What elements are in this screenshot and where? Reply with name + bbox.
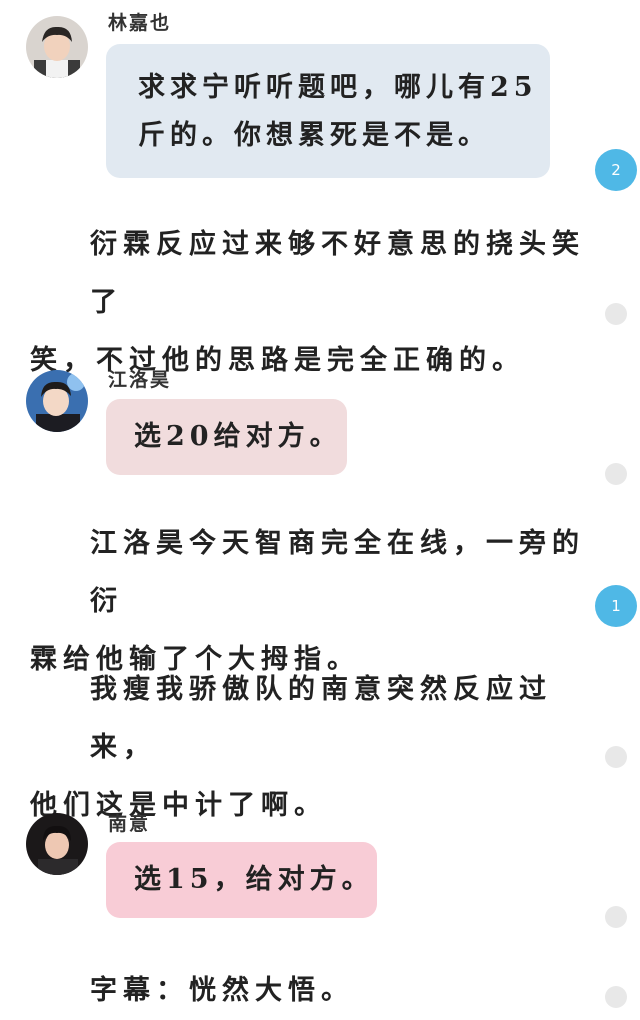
sender-name: 江洛昊 [108,369,172,391]
message-bubble: 选15，给对方。 [106,842,377,918]
comment-dot[interactable] [605,906,627,928]
story-paragraph: 字幕：恍然大悟。 [30,962,590,1020]
paragraph-line: 字幕：恍然大悟。 [90,975,354,1006]
comment-dot[interactable] [605,746,627,768]
sender-name: 南意 [108,813,151,835]
paragraph-line: 江洛昊今天智商完全在线，一旁的衍 [90,528,585,617]
avatar-nan-yi[interactable] [26,813,88,875]
message-text: 选15，给对方。 [134,864,374,895]
comment-dot[interactable] [605,986,627,1008]
avatar-lin-jiaye[interactable] [26,16,88,78]
comment-count-badge[interactable]: 2 [595,149,637,191]
message-bubble: 选20给对方。 [106,399,347,475]
message-text: 求求宁听听题吧，哪儿有25 [138,72,538,103]
avatar-jiang-luohao[interactable] [26,370,88,432]
sender-name: 林嘉也 [108,12,172,34]
comment-count-badge[interactable]: 1 [595,585,637,627]
paragraph-line: 衍霖反应过来够不好意思的挠头笑了 [90,229,585,318]
message-bubble: 求求宁听听题吧，哪儿有25 斤的。你想累死是不是。 [106,44,550,178]
comment-dot[interactable] [605,303,627,325]
message-text: 选20给对方。 [134,421,342,452]
paragraph-line: 我瘦我骄傲队的南意突然反应过来， [90,674,552,763]
message-text: 斤的。你想累死是不是。 [138,120,490,151]
story-paragraph: 衍霖反应过来够不好意思的挠头笑了 笑，不过他的思路是完全正确的。 [30,216,590,390]
comment-dot[interactable] [605,463,627,485]
